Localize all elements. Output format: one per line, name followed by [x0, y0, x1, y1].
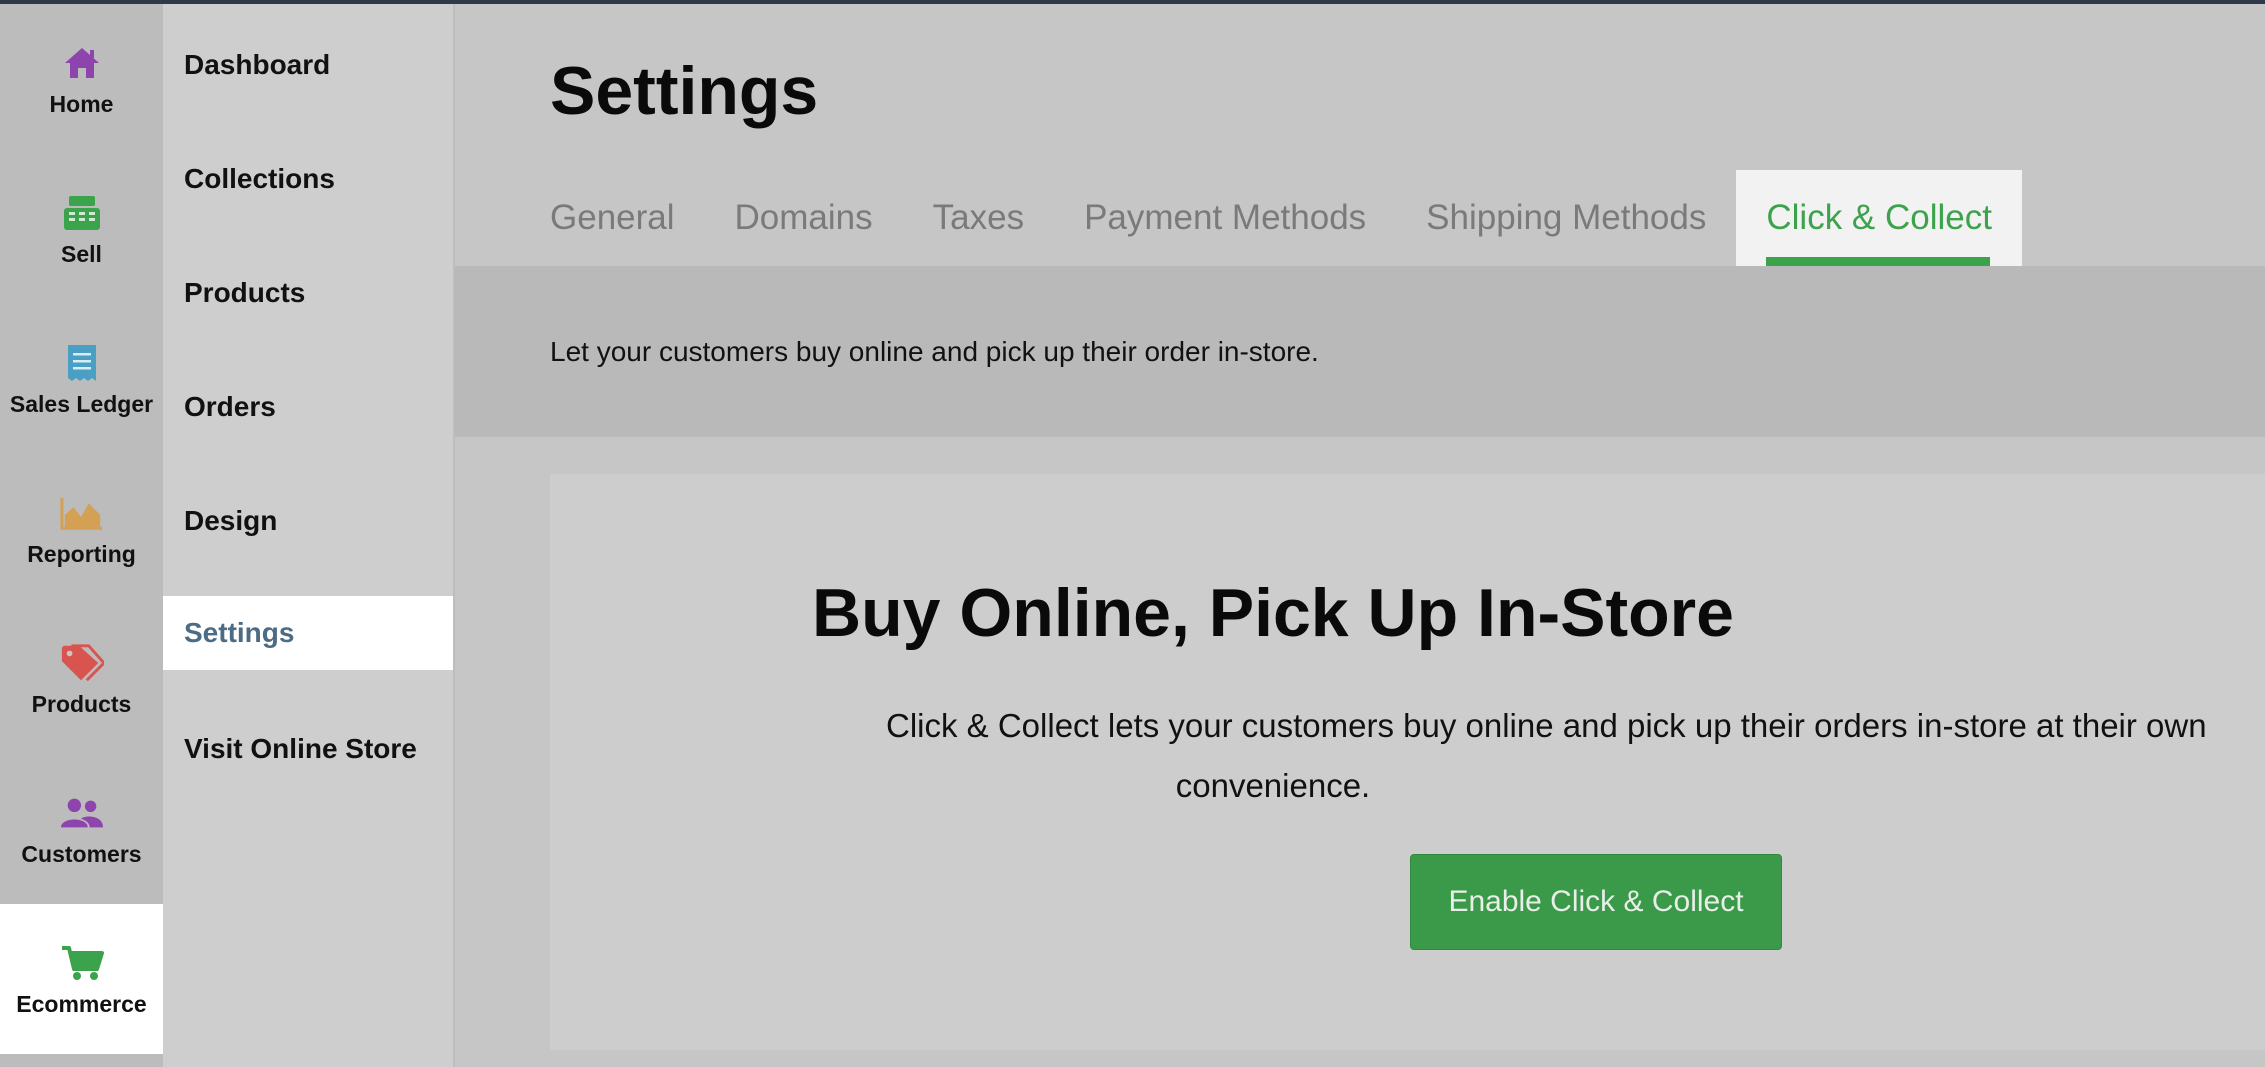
subnav-item-settings[interactable]: Settings — [163, 596, 453, 670]
rail-item-ecommerce[interactable]: Ecommerce — [0, 904, 163, 1054]
info-text: Let your customers buy online and pick u… — [550, 336, 1319, 367]
rail-item-products[interactable]: Products — [0, 604, 163, 754]
rail-item-reporting[interactable]: Reporting — [0, 454, 163, 604]
receipt-icon — [60, 341, 104, 385]
main-rail: Home Sell Sales Ledger Reporting Product… — [0, 4, 163, 1067]
card-description-continued: convenience. — [1175, 767, 1371, 804]
home-icon — [60, 41, 104, 85]
card-title: Buy Online, Pick Up In-Store — [812, 575, 1734, 651]
tab-shipping-methods[interactable]: Shipping Methods — [1396, 170, 1736, 266]
rail-item-customers[interactable]: Customers — [0, 754, 163, 904]
click-and-collect-card: Buy Online, Pick Up In-Store Click & Col… — [550, 474, 2265, 1050]
rail-label: Products — [31, 690, 132, 717]
subnav-item-visit-online-store[interactable]: Visit Online Store — [163, 712, 453, 786]
tab-domains[interactable]: Domains — [705, 170, 903, 266]
info-band: Let your customers buy online and pick u… — [455, 266, 2265, 437]
area-chart-icon — [59, 491, 104, 535]
subnav-item-products[interactable]: Products — [163, 256, 453, 330]
tab-label: General — [550, 198, 675, 237]
rail-label: Home — [49, 90, 114, 117]
tag-icon — [60, 641, 104, 685]
active-tab-indicator — [1766, 257, 1990, 266]
tab-label: Domains — [734, 198, 873, 237]
tab-click-and-collect[interactable]: Click & Collect — [1736, 170, 2022, 266]
subnav-item-orders[interactable]: Orders — [163, 370, 453, 444]
rail-label: Sell — [61, 240, 102, 267]
rail-label: Sales Ledger — [9, 390, 154, 417]
page-title: Settings — [550, 53, 819, 129]
card-description: Click & Collect lets your customers buy … — [886, 707, 2207, 744]
rail-item-home[interactable]: Home — [0, 4, 163, 154]
rail-item-sales-ledger[interactable]: Sales Ledger — [0, 304, 163, 454]
rail-label: Reporting — [27, 540, 136, 567]
tab-label: Payment Methods — [1084, 198, 1367, 237]
ecommerce-subnav: Dashboard Collections Products Orders De… — [163, 4, 455, 1067]
tab-label: Shipping Methods — [1426, 198, 1707, 237]
tab-taxes[interactable]: Taxes — [903, 170, 1054, 266]
settings-tabs: General Domains Taxes Payment Methods Sh… — [550, 170, 2022, 266]
users-icon — [60, 791, 104, 835]
rail-label: Ecommerce — [16, 990, 147, 1017]
cart-icon — [60, 941, 104, 985]
subnav-item-collections[interactable]: Collections — [163, 142, 453, 216]
rail-label: Customers — [21, 840, 142, 867]
subnav-item-design[interactable]: Design — [163, 484, 453, 558]
main-content: Settings General Domains Taxes Payment M… — [455, 4, 2265, 1067]
tab-label: Click & Collect — [1766, 198, 1992, 237]
tab-payment-methods[interactable]: Payment Methods — [1054, 170, 1396, 266]
tab-label: Taxes — [932, 198, 1025, 237]
tab-general[interactable]: General — [550, 170, 705, 266]
subnav-item-dashboard[interactable]: Dashboard — [163, 28, 453, 102]
rail-item-sell[interactable]: Sell — [0, 154, 163, 304]
enable-click-and-collect-button[interactable]: Enable Click & Collect — [1410, 854, 1782, 950]
register-icon — [60, 191, 104, 235]
